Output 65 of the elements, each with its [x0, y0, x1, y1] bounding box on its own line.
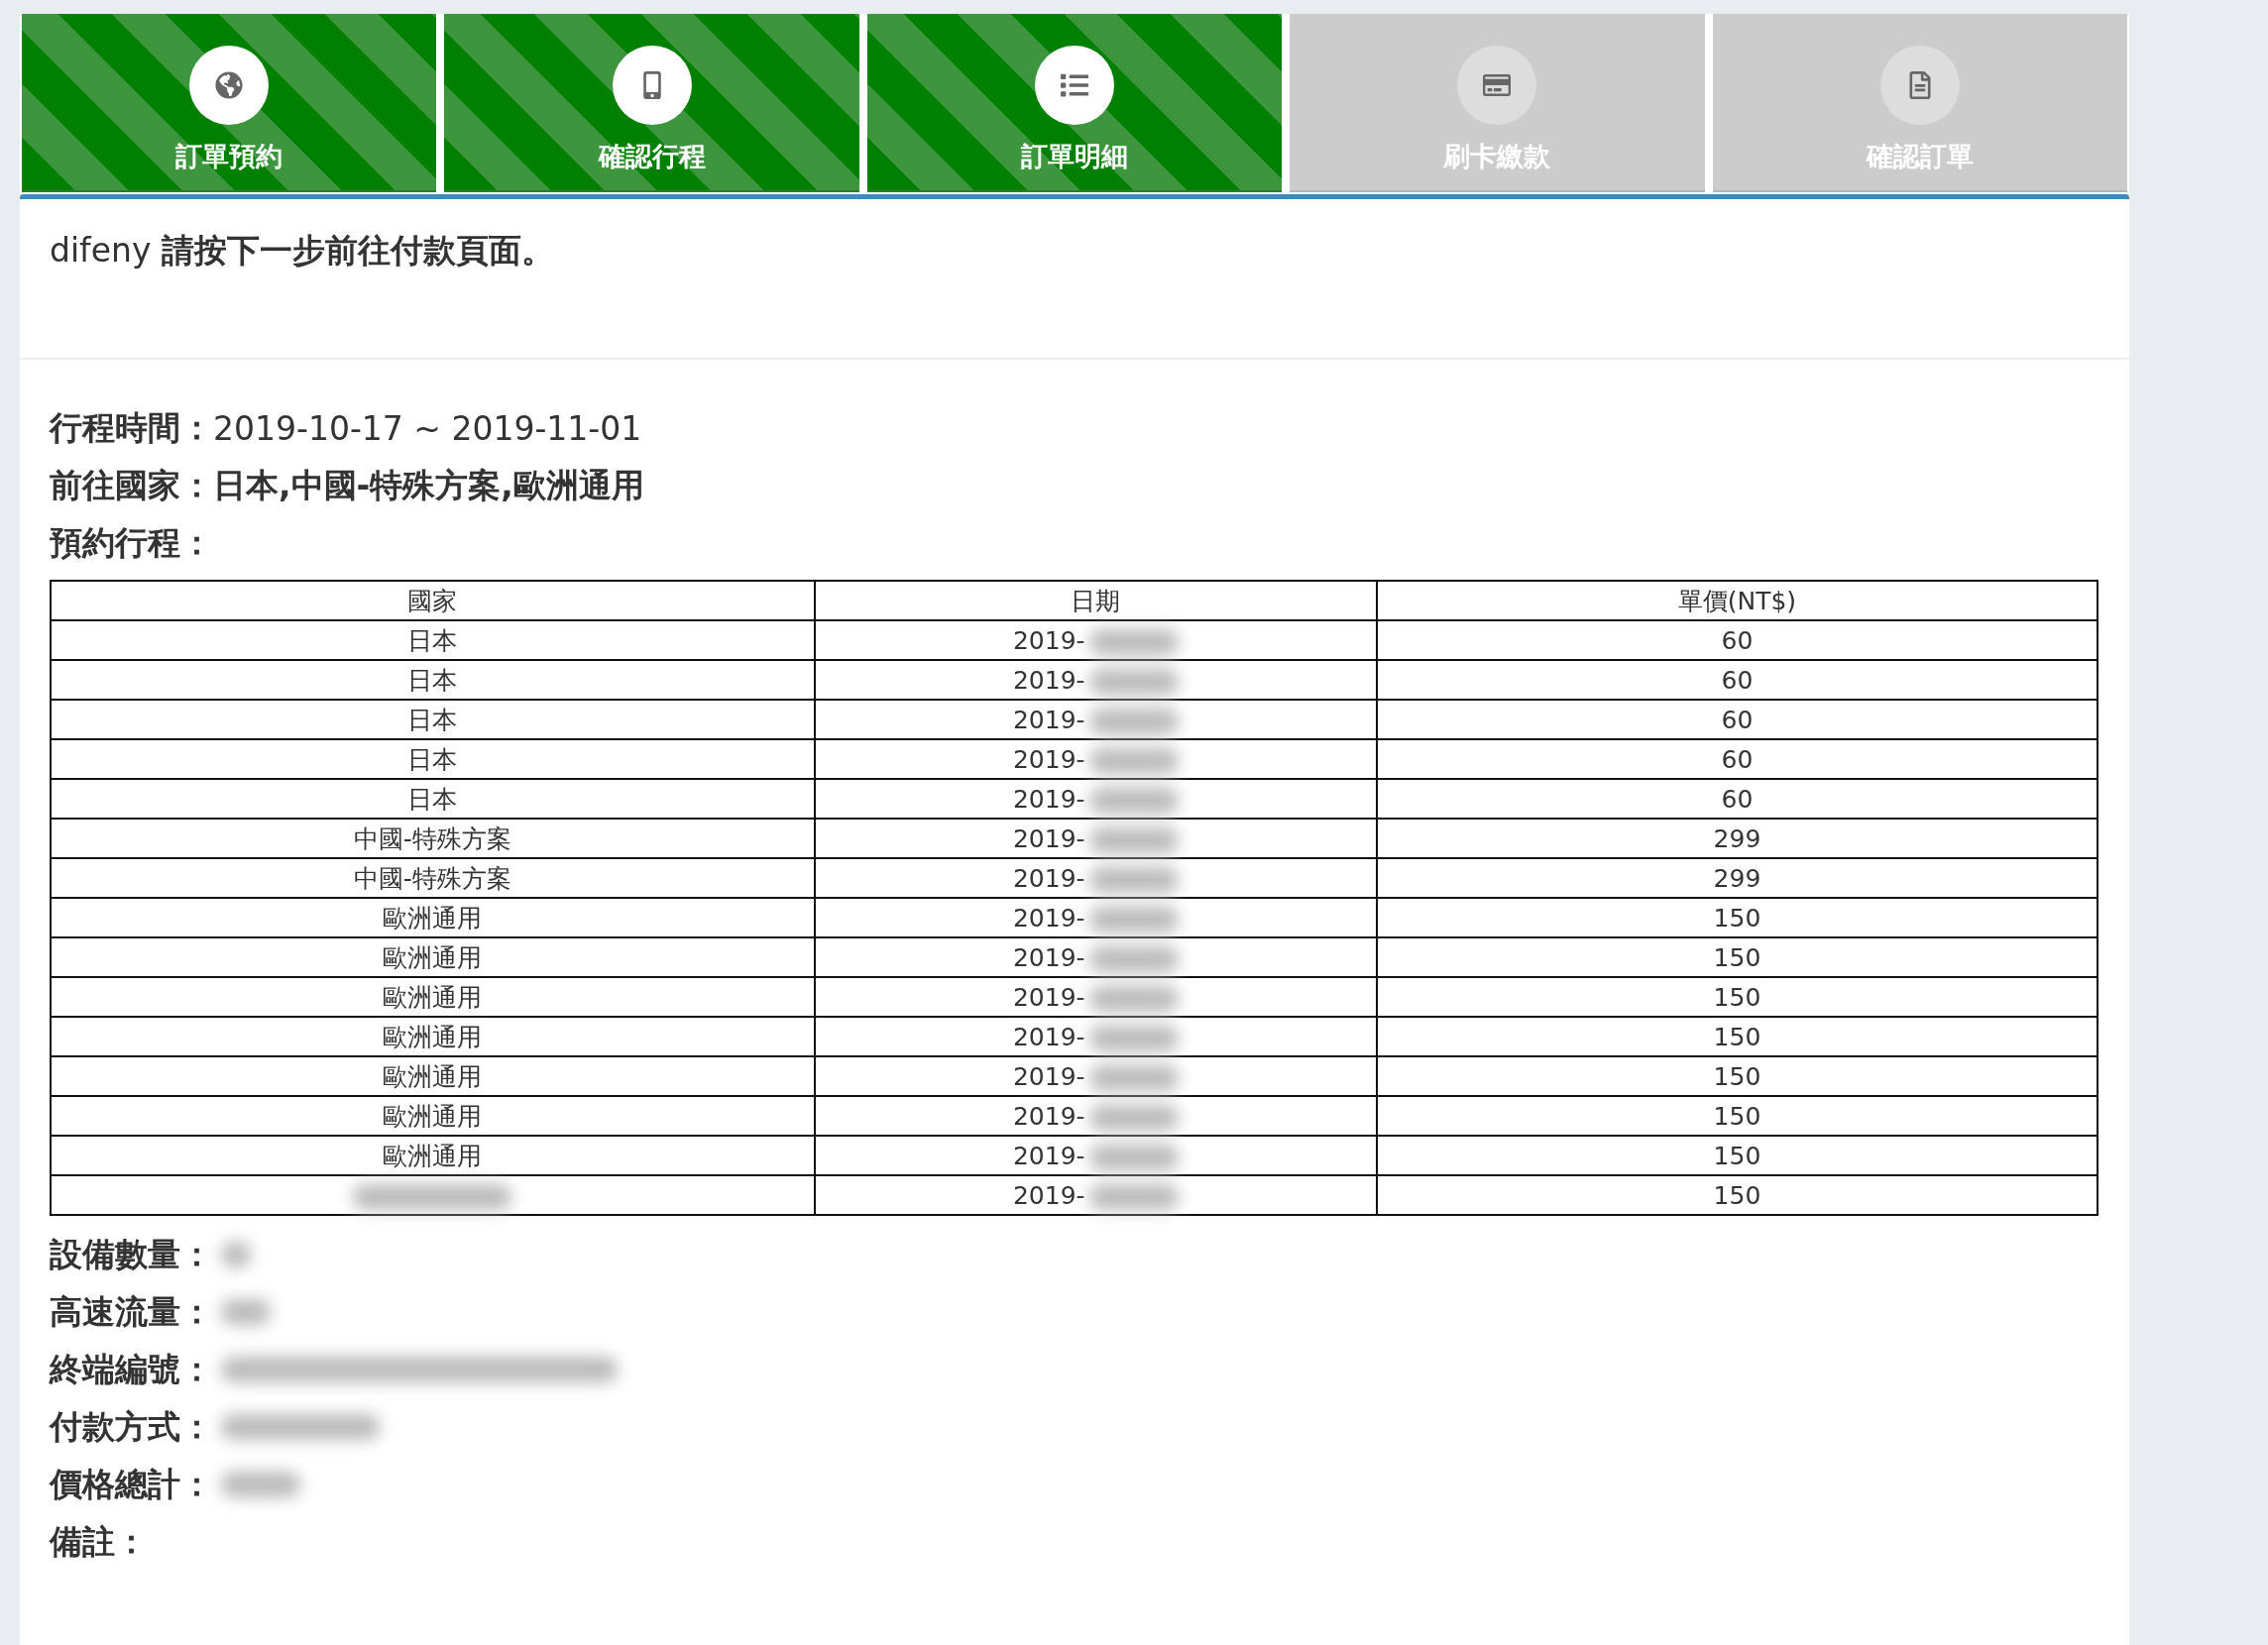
- table-cell: 2019-: [1012, 1061, 1085, 1091]
- table-cell: 日本: [407, 625, 458, 655]
- field-label: 價格總計：: [50, 1463, 213, 1505]
- table-cell: 299: [1713, 823, 1761, 853]
- table-cell: 60: [1721, 625, 1754, 655]
- field-label: 預約行程：: [50, 521, 213, 564]
- step-label: 訂單預約: [175, 140, 284, 173]
- table-cell: 150: [1713, 1141, 1761, 1170]
- field-label: 備註：: [50, 1520, 148, 1563]
- column-header: 國家: [51, 581, 815, 620]
- table-cell: 60: [1721, 784, 1754, 814]
- table-cell: 2019-: [1012, 625, 1085, 655]
- table-cell: 日本: [407, 784, 458, 814]
- table-cell: 歐洲通用: [383, 903, 483, 932]
- column-header: 日期: [814, 581, 1377, 620]
- field-label: 終端編號：: [50, 1348, 213, 1390]
- table-cell: 2019-: [1012, 1141, 1085, 1170]
- table-cell: 2019-: [1012, 744, 1085, 774]
- table-cell: 2019-: [1012, 823, 1085, 853]
- table-cell: 150: [1713, 1180, 1761, 1210]
- field-label: 設備數量：: [50, 1233, 213, 1275]
- field-label: 前往國家：: [50, 464, 213, 506]
- table-cell: 歐洲通用: [383, 1141, 483, 1170]
- table-cell: 歐洲通用: [383, 1022, 483, 1051]
- table-cell: 150: [1713, 1061, 1761, 1091]
- table-cell: 歐洲通用: [383, 982, 483, 1012]
- table-cell: 2019-: [1012, 1101, 1085, 1131]
- credit-card-icon: [1483, 71, 1512, 99]
- table-cell: 2019-: [1012, 1180, 1085, 1210]
- table-cell: 150: [1713, 1101, 1761, 1131]
- table-cell: 歐洲通用: [383, 1101, 483, 1131]
- table-cell: 299: [1713, 863, 1761, 893]
- table-cell: 2019-: [1012, 863, 1085, 893]
- column-header: 單價(NT$): [1376, 581, 2098, 620]
- list-icon: [1061, 71, 1088, 99]
- table-cell: 2019-: [1012, 942, 1085, 972]
- table-cell: 150: [1713, 982, 1761, 1012]
- field-value: 日本,中國-特殊方案,歐洲通用: [213, 464, 644, 506]
- step-label: 訂單明細: [1021, 140, 1128, 173]
- table-cell: 2019-: [1012, 665, 1085, 695]
- table-cell: 2019-: [1012, 1022, 1085, 1051]
- field-value: 2019-10-17 ~ 2019-11-01: [213, 408, 642, 448]
- table-cell: 日本: [407, 665, 458, 695]
- table-cell: 2019-: [1012, 784, 1085, 814]
- table-cell: 60: [1721, 665, 1754, 695]
- step-label: 確認行程: [598, 140, 706, 173]
- table-cell: 中國-特殊方案: [353, 863, 511, 893]
- field-label: 高速流量：: [50, 1290, 213, 1333]
- globe-icon: [215, 71, 244, 99]
- table-cell: 60: [1721, 744, 1754, 774]
- field-label: 付款方式：: [50, 1405, 213, 1448]
- table-cell: 日本: [407, 744, 458, 774]
- table-cell: 150: [1713, 942, 1761, 972]
- field-label: 行程時間：: [50, 406, 213, 449]
- table-cell: 150: [1713, 903, 1761, 932]
- table-cell: 日本: [407, 705, 458, 734]
- table-cell: 歐洲通用: [383, 942, 483, 972]
- table-cell: 2019-: [1012, 903, 1085, 932]
- instruction-message: difeny 請按下一步前往付款頁面。: [50, 231, 554, 270]
- table-cell: 中國-特殊方案: [353, 823, 511, 853]
- table-cell: 2019-: [1012, 705, 1085, 734]
- table-cell: 歐洲通用: [383, 1061, 483, 1091]
- table-cell: 2019-: [1012, 982, 1085, 1012]
- table-cell: 150: [1713, 1022, 1761, 1051]
- table-cell: 60: [1721, 705, 1754, 734]
